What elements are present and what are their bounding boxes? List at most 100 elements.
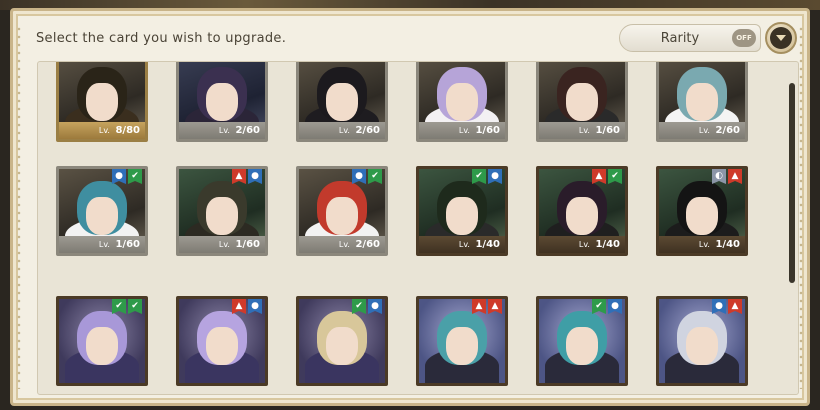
card-level: Lv. 2/60 (659, 122, 745, 139)
card-slot[interactable]: Lv. 8/80 (56, 62, 148, 142)
sort-dropdown-button[interactable] (765, 22, 797, 54)
portrait-face (206, 83, 238, 121)
level-prefix: Lv. (458, 126, 470, 135)
card-slot[interactable]: ● ▲ (656, 296, 748, 386)
card-slot[interactable]: ▲ ✔ Lv. 1/40 (536, 166, 628, 256)
card-slot[interactable]: ✔ ● (536, 296, 628, 386)
level-prefix: Lv. (458, 240, 470, 249)
level-prefix: Lv. (338, 126, 350, 135)
portrait-face (326, 197, 358, 235)
portrait-face (686, 83, 718, 121)
level-value: 1/60 (111, 239, 140, 250)
portrait-face (206, 327, 238, 365)
portrait-face (206, 197, 238, 235)
level-prefix: Lv. (218, 240, 230, 249)
card-level: Lv. 1/60 (539, 122, 625, 139)
flame-icon: ▲ (232, 299, 246, 314)
portrait-face (86, 83, 118, 121)
card-slot[interactable]: Lv. 2/60 (296, 62, 388, 142)
rarity-label: Rarity (660, 30, 700, 46)
portrait-face (86, 197, 118, 235)
card-slot[interactable]: ▲ ▲ (416, 296, 508, 386)
leaf-icon: ✔ (608, 169, 622, 184)
card-slot[interactable]: Lv. 1/60 (536, 62, 628, 142)
level-value: 1/60 (471, 125, 500, 136)
attribute-badges: ✔ ✔ (112, 299, 142, 314)
portrait-face (686, 327, 718, 365)
card-slot[interactable]: ▲ ● (176, 296, 268, 386)
level-value: 8/80 (111, 125, 140, 136)
level-prefix: Lv. (578, 240, 590, 249)
portrait-face (446, 327, 478, 365)
attribute-badges: ▲ ▲ (472, 299, 502, 314)
card-slot[interactable]: ✔ ● (296, 296, 388, 386)
leaf-icon: ✔ (128, 169, 142, 184)
droplet-icon: ● (352, 169, 366, 184)
rarity-toggle[interactable]: OFF (732, 29, 756, 47)
level-value: 1/40 (711, 239, 740, 250)
level-prefix: Lv. (698, 240, 710, 249)
level-value: 1/60 (231, 239, 260, 250)
portrait-face (566, 327, 598, 365)
scrollbar[interactable] (789, 83, 795, 283)
droplet-icon: ● (608, 299, 622, 314)
portrait-face (566, 83, 598, 121)
card-level: Lv. 8/80 (59, 122, 145, 139)
card-level: Lv. 2/60 (179, 122, 265, 139)
attribute-badges: ◐ ▲ (712, 169, 742, 184)
card-slot[interactable]: Lv. 2/60 (176, 62, 268, 142)
droplet-icon: ● (112, 169, 126, 184)
flame-icon: ▲ (472, 299, 486, 314)
attribute-badges: ✔ ● (472, 169, 502, 184)
level-prefix: Lv. (98, 126, 110, 135)
level-value: 2/60 (351, 125, 380, 136)
flame-icon: ▲ (592, 169, 606, 184)
level-value: 2/60 (231, 125, 260, 136)
flame-icon: ▲ (728, 169, 742, 184)
card-level: Lv. 1/40 (539, 236, 625, 253)
portrait-face (566, 197, 598, 235)
card-slot[interactable]: ✔ ● Lv. 1/40 (416, 166, 508, 256)
chevron-down-icon (770, 27, 792, 49)
card-slot[interactable]: Lv. 2/60 (656, 62, 748, 142)
flame-icon: ▲ (488, 299, 502, 314)
card-select-panel: Select the card you wish to upgrade. Rar… (10, 8, 810, 406)
card-level: Lv. 1/60 (179, 236, 265, 253)
leaf-icon: ✔ (112, 299, 126, 314)
panel-border-left (17, 25, 21, 389)
card-slot[interactable]: ◐ ▲ Lv. 1/40 (656, 166, 748, 256)
level-value: 1/40 (471, 239, 500, 250)
level-value: 2/60 (711, 125, 740, 136)
level-prefix: Lv. (698, 126, 710, 135)
card-level: Lv. 1/60 (59, 236, 145, 253)
droplet-icon: ● (248, 299, 262, 314)
card-slot[interactable]: ● ✔ Lv. 2/60 (296, 166, 388, 256)
card-level: Lv. 1/40 (419, 236, 505, 253)
leaf-icon: ✔ (128, 299, 142, 314)
portrait-face (446, 197, 478, 235)
attribute-badges: ▲ ● (232, 169, 262, 184)
droplet-icon: ● (712, 299, 726, 314)
moon-icon: ◐ (712, 169, 726, 184)
card-level: Lv. 1/40 (659, 236, 745, 253)
leaf-icon: ✔ (368, 169, 382, 184)
rarity-sort-button[interactable]: Rarity OFF (619, 24, 761, 52)
card-slot[interactable]: ▲ ● Lv. 1/60 (176, 166, 268, 256)
card-slot[interactable]: ● ✔ Lv. 1/60 (56, 166, 148, 256)
flame-icon: ▲ (232, 169, 246, 184)
flame-icon: ▲ (728, 299, 742, 314)
attribute-badges: ● ✔ (112, 169, 142, 184)
attribute-badges: ▲ ✔ (592, 169, 622, 184)
attribute-badges: ● ✔ (352, 169, 382, 184)
level-prefix: Lv. (578, 126, 590, 135)
portrait-face (686, 197, 718, 235)
card-slot[interactable]: Lv. 1/60 (416, 62, 508, 142)
level-value: 2/60 (351, 239, 380, 250)
level-prefix: Lv. (338, 240, 350, 249)
attribute-badges: ▲ ● (232, 299, 262, 314)
level-prefix: Lv. (98, 240, 110, 249)
droplet-icon: ● (248, 169, 262, 184)
leaf-icon: ✔ (592, 299, 606, 314)
panel-border-right (799, 25, 803, 389)
card-slot[interactable]: ✔ ✔ (56, 296, 148, 386)
